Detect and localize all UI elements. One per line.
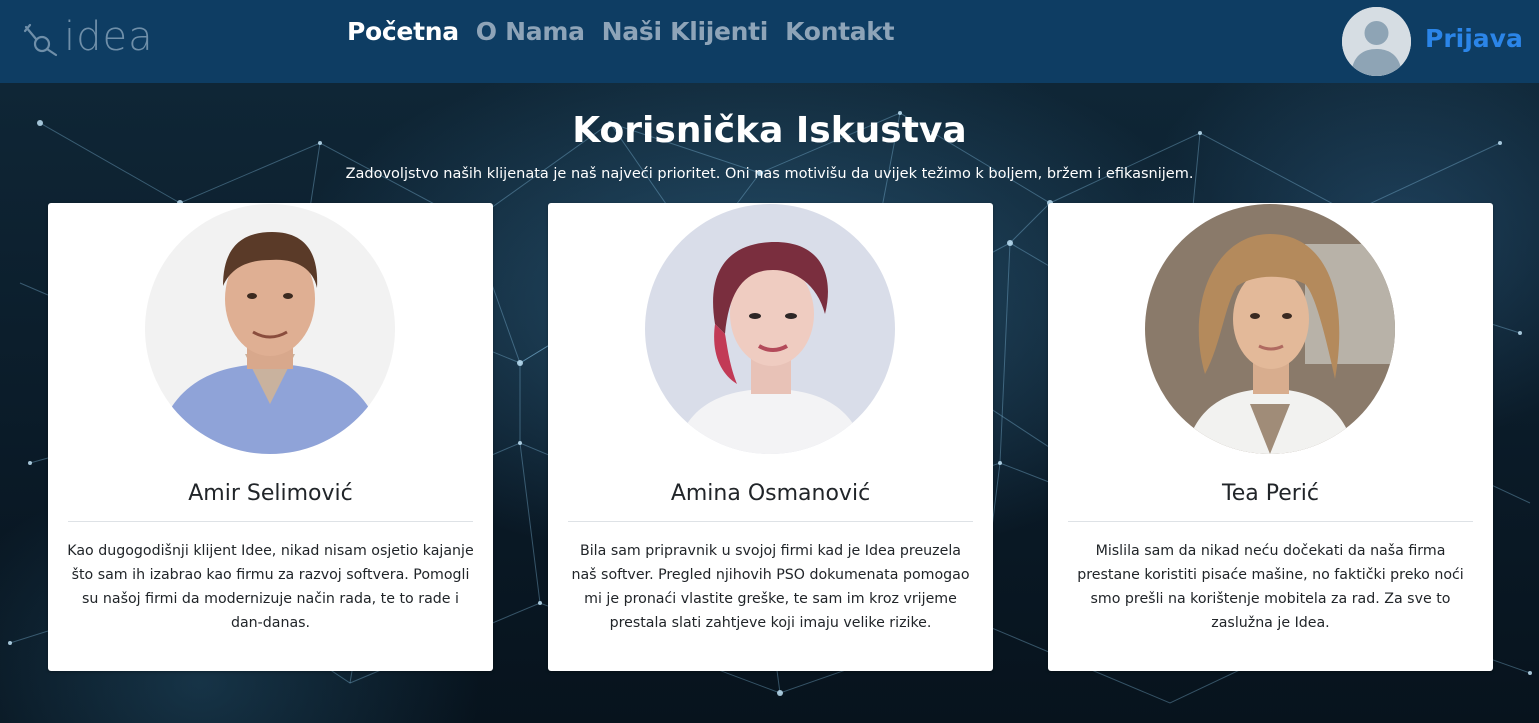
client-portrait-image (145, 204, 395, 454)
client-quote: Bila sam pripravnik u svojoj firmi kad j… (571, 543, 970, 631)
nav-link-o-nama[interactable]: O Nama (476, 17, 585, 46)
client-portrait-image (645, 204, 895, 454)
user-avatar-icon[interactable] (1342, 7, 1411, 76)
nav-link-pocetna[interactable]: Početna (347, 17, 459, 46)
testimonial-card: Amina Osmanović Bila sam pripravnik u sv… (548, 203, 993, 671)
testimonial-card: Amir Selimović Kao dugogodišnji klijent … (48, 203, 493, 671)
login-link[interactable]: Prijava (1425, 24, 1523, 53)
client-photo (1145, 204, 1395, 454)
divider (68, 521, 473, 522)
navbar: idea Početna O Nama Naši Klijenti Kontak… (0, 0, 1539, 83)
nav-link-nasi-klijenti[interactable]: Naši Klijenti (602, 17, 769, 46)
client-photo (645, 204, 895, 454)
divider (568, 521, 973, 522)
section-title: Korisnička Iskustva (572, 110, 967, 151)
section-subtitle: Zadovoljstvo naših klijenata je naš najv… (345, 166, 1194, 182)
divider (1068, 521, 1473, 522)
testimonial-card: Tea Perić Mislila sam da nikad neću doče… (1048, 203, 1493, 671)
client-name: Amir Selimović (188, 481, 353, 506)
main-nav: Početna O Nama Naši Klijenti Kontakt (347, 17, 895, 46)
client-portrait-image (1145, 204, 1395, 454)
client-quote: Kao dugogodišnji klijent Idee, nikad nis… (67, 543, 474, 631)
logo-text: idea (64, 14, 154, 60)
nav-link-kontakt[interactable]: Kontakt (785, 17, 895, 46)
logo[interactable]: idea (22, 14, 154, 64)
client-name: Tea Perić (1222, 481, 1319, 506)
logo-icon (23, 23, 58, 57)
client-quote: Mislila sam da nikad neću dočekati da na… (1077, 543, 1464, 631)
person-icon (1342, 7, 1411, 76)
client-photo (145, 204, 395, 454)
client-name: Amina Osmanović (670, 481, 871, 506)
